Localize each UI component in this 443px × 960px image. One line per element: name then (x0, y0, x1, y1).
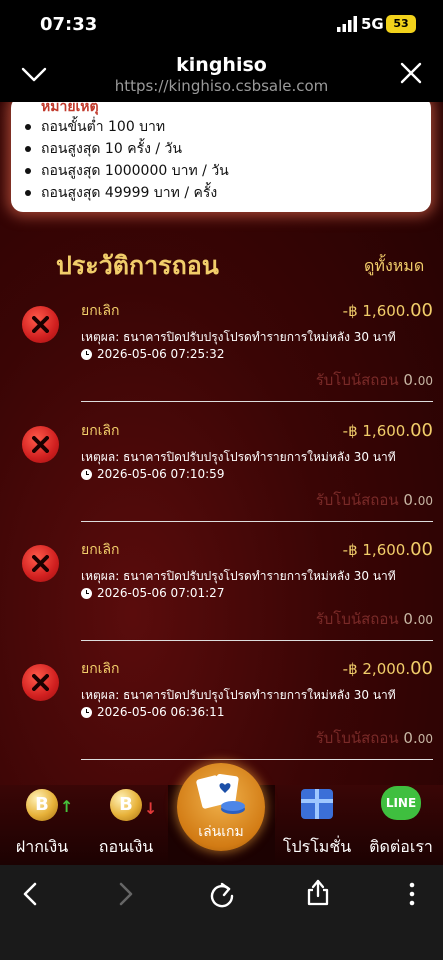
notice-item: ถอนสูงสุด 1000000 บาท / วัน (25, 160, 229, 182)
withdraw-record[interactable]: ยกเลิก -฿ 1,600.00 เหตุผล: ธนาคารปิดปรับ… (0, 420, 443, 544)
record-reason: เหตุผล: ธนาคารปิดปรับปรุงโปรดทำรายการใหม… (81, 450, 396, 464)
cancel-icon (22, 426, 59, 463)
withdraw-record[interactable]: ยกเลิก -฿ 1,600.00 เหตุผล: ธนาคารปิดปรับ… (0, 300, 443, 424)
record-bonus: รับโบนัสถอน 0.00 (315, 610, 433, 628)
clock-icon (81, 469, 92, 480)
network-label: 5G (361, 15, 384, 33)
divider (81, 401, 433, 402)
reload-icon[interactable] (209, 880, 235, 908)
record-reason: เหตุผล: ธนาคารปิดปรับปรุงโปรดทำรายการใหม… (81, 688, 396, 702)
notice-item: ถอนสูงสุด 49999 บาท / ครั้ง (25, 182, 229, 204)
site-title: kinghiso (176, 54, 267, 76)
more-icon[interactable] (408, 882, 416, 906)
record-amount: -฿ 1,600.00 (342, 539, 433, 560)
clock-icon (81, 707, 92, 718)
record-bonus: รับโบนัสถอน 0.00 (315, 371, 433, 389)
notice-card: หมายเหตุ ถอนขั้นต่ำ 100 บาท ถอนสูงสุด 10… (11, 102, 431, 212)
view-all-link[interactable]: ดูทั้งหมด (364, 254, 424, 279)
deposit-label: ฝากเงิน (15, 837, 69, 856)
arrow-down-icon: ↓ (144, 799, 158, 818)
status-time: 07:33 (40, 14, 98, 35)
clock-icon (81, 588, 92, 599)
clock-icon (81, 349, 92, 360)
withdraw-coin-icon: B (110, 789, 142, 821)
record-time: 2026-05-06 07:01:27 (97, 586, 225, 600)
close-icon[interactable] (398, 60, 424, 86)
playing-cards-icon (196, 774, 245, 814)
withdraw-page: หมายเหตุ ถอนขั้นต่ำ 100 บาท ถอนสูงสุด 10… (0, 102, 443, 785)
record-reason: เหตุผล: ธนาคารปิดปรับปรุงโปรดทำรายการใหม… (81, 569, 396, 583)
arrow-up-icon: ↑ (60, 797, 74, 816)
notice-item: ถอนสูงสุด 10 ครั้ง / วัน (25, 138, 229, 160)
browser-toolbar (0, 865, 443, 960)
play-label: เล่นเกม (198, 824, 244, 840)
back-icon[interactable] (20, 881, 42, 907)
record-status: ยกเลิก (81, 661, 120, 677)
record-status: ยกเลิก (81, 423, 120, 439)
divider (81, 640, 433, 641)
record-amount: -฿ 2,000.00 (342, 658, 433, 679)
promotion-label: โปรโมชั่น (282, 837, 352, 856)
record-amount: -฿ 1,600.00 (342, 420, 433, 441)
contact-label: ติดต่อเรา (369, 837, 433, 856)
notice-list: ถอนขั้นต่ำ 100 บาท ถอนสูงสุด 10 ครั้ง / … (25, 116, 229, 204)
cancel-icon (22, 545, 59, 582)
forward-icon[interactable] (114, 881, 136, 907)
promotion-button[interactable]: โปรโมชั่น (275, 785, 359, 865)
play-game-button[interactable]: เล่นเกม (177, 763, 265, 851)
record-status: ยกเลิก (81, 303, 120, 319)
notice-item: ถอนขั้นต่ำ 100 บาท (25, 116, 229, 138)
gift-icon (301, 789, 333, 819)
withdraw-record[interactable]: ยกเลิก -฿ 1,600.00 เหตุผล: ธนาคารปิดปรับ… (0, 539, 443, 663)
cancel-icon (22, 306, 59, 343)
browser-header: kinghiso https://kinghiso.csbsale.com (0, 50, 443, 102)
record-bonus: รับโบนัสถอน 0.00 (315, 729, 433, 747)
line-icon: LINE (381, 786, 421, 820)
deposit-button[interactable]: B ↑ ฝากเงิน (0, 785, 84, 865)
record-time: 2026-05-06 07:10:59 (97, 467, 225, 481)
withdraw-button[interactable]: B ↓ ถอนเงิน (84, 785, 168, 865)
site-url: https://kinghiso.csbsale.com (114, 77, 329, 95)
record-time: 2026-05-06 07:25:32 (97, 347, 225, 361)
contact-button[interactable]: LINE ติดต่อเรา (359, 785, 443, 865)
status-bar: 07:33 5G 53 (0, 0, 443, 50)
record-time: 2026-05-06 06:36:11 (97, 705, 225, 719)
withdraw-label: ถอนเงิน (98, 837, 154, 856)
history-title: ประวัติการถอน (56, 251, 219, 280)
share-icon[interactable] (305, 877, 331, 907)
record-reason: เหตุผล: ธนาคารปิดปรับปรุงโปรดทำรายการใหม… (81, 330, 396, 344)
deposit-coin-icon: B (26, 789, 58, 821)
record-amount: -฿ 1,600.00 (342, 300, 433, 321)
record-bonus: รับโบนัสถอน 0.00 (315, 491, 433, 509)
divider (81, 521, 433, 522)
signal-icon (337, 16, 357, 32)
divider (81, 759, 433, 760)
battery-icon: 53 (386, 15, 416, 33)
record-status: ยกเลิก (81, 542, 120, 558)
cancel-icon (22, 664, 59, 701)
